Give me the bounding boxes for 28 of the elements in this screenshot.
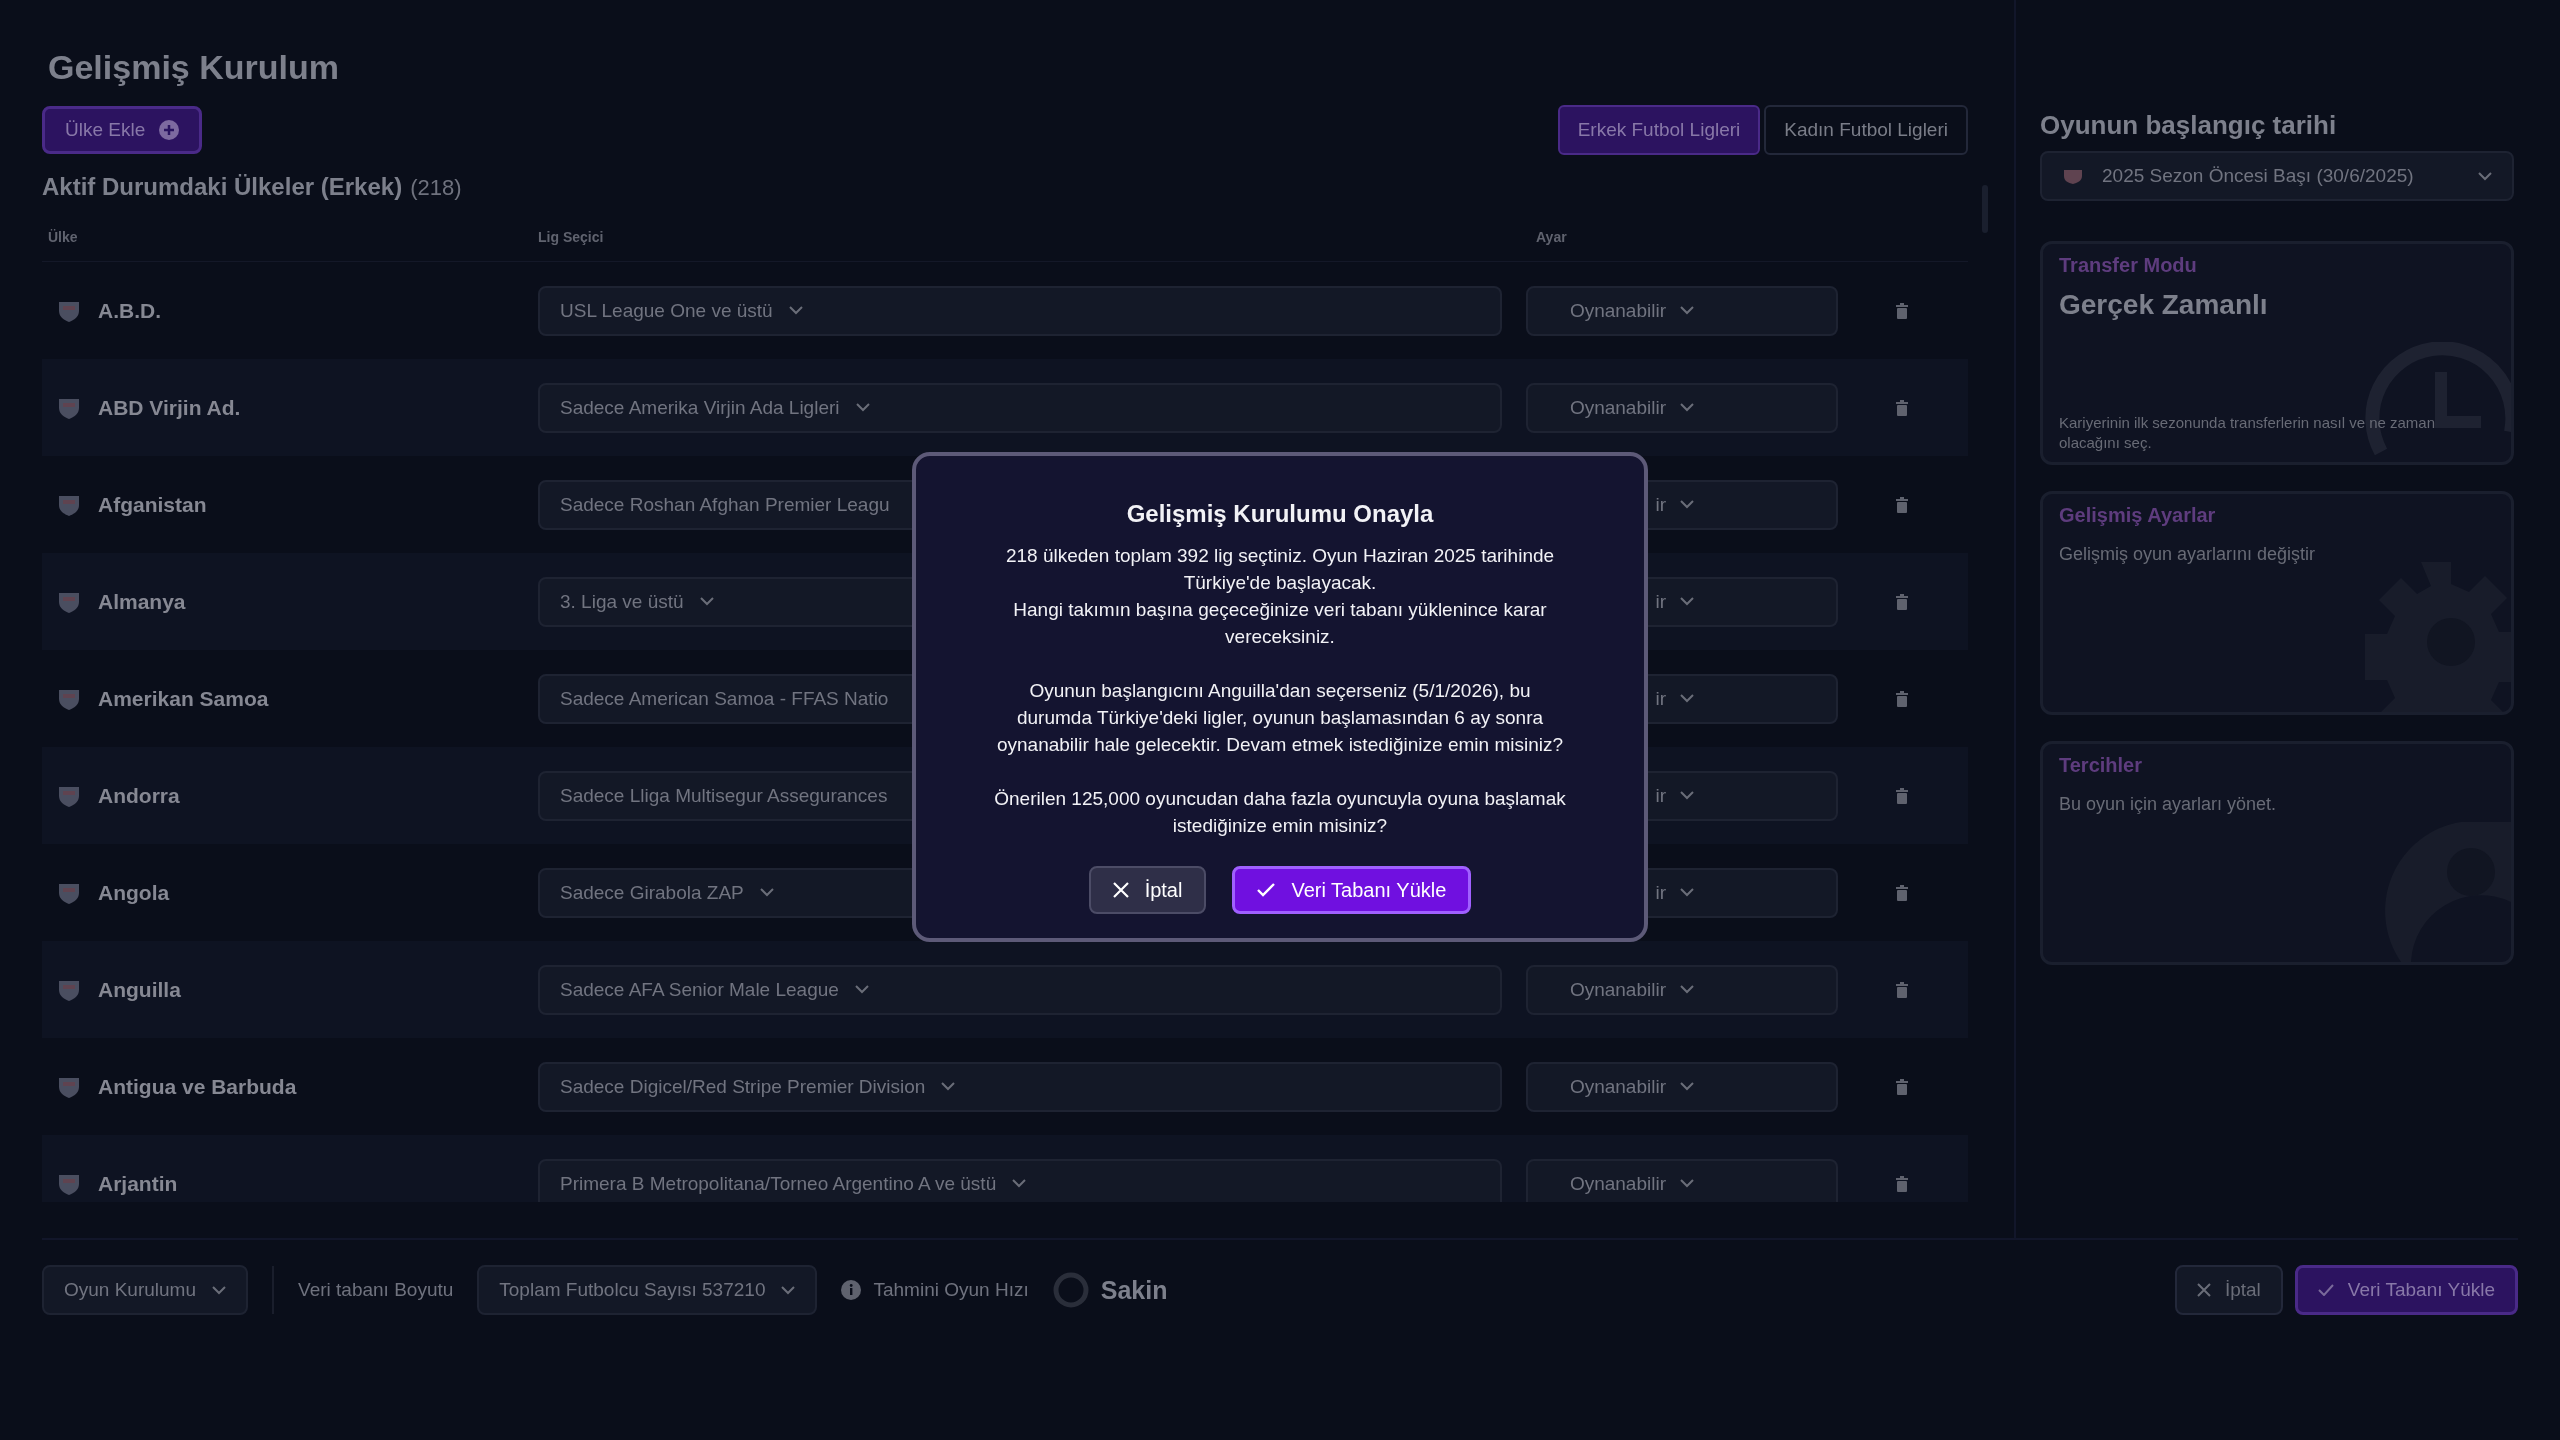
country-name: Amerikan Samoa: [98, 686, 269, 711]
start-date-label: Oyunun başlangıç tarihi: [2040, 110, 2338, 141]
country-name: Andorra: [98, 783, 180, 808]
card-description: Bu oyun için ayarları yönet.: [2059, 793, 2278, 816]
card-description: Kariyerinin ilk sezonunda transferlerin nasıl ve ne zaman olacağını seç.: [2059, 413, 2437, 452]
page-title: Gelişmiş Kurulum: [48, 48, 340, 87]
card-title: Transfer Modu: [2059, 254, 2198, 277]
card-description: Gelişmiş oyun ayarlarını değiştir: [2059, 543, 2317, 566]
country-name: Antigua ve Barbuda: [98, 1074, 297, 1099]
database-size-label: Veri tabanı Boyutu: [298, 1279, 454, 1301]
dialog-title: Gelişmiş Kurulumu Onayla: [1125, 500, 1435, 528]
country-name: A.B.D.: [98, 298, 161, 323]
country-count: (218): [410, 175, 462, 201]
game-speed-value: Sakin: [1100, 1275, 1168, 1305]
country-name: Anguilla: [98, 977, 181, 1002]
card-value: Gerçek Zamanlı: [2059, 289, 2269, 321]
game-speed-label: Tahmini Oyun Hızı: [873, 1279, 1029, 1301]
column-header: Ayar: [1536, 229, 1568, 245]
country-name: Angola: [98, 880, 170, 905]
country-name: Almanya: [98, 589, 186, 614]
country-name: Afganistan: [98, 492, 207, 517]
card-title: Gelişmiş Ayarlar: [2059, 504, 2217, 527]
card-title: Tercihler: [2059, 754, 2143, 777]
country-name: ABD Virjin Ad.: [98, 395, 241, 420]
section-title: Aktif Durumdaki Ülkeler (Erkek): [42, 173, 403, 201]
column-header: Lig Seçici: [538, 229, 605, 245]
country-name: Arjantin: [98, 1171, 178, 1196]
column-header: Ülke: [47, 229, 79, 245]
